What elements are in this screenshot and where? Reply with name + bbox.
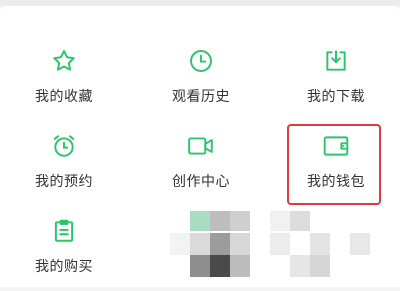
star-icon [49, 46, 79, 76]
menu-item-label: 我的购买 [35, 259, 93, 275]
menu-item-label: 我的预约 [35, 174, 93, 190]
menu-item-purchases[interactable]: 我的购买 [4, 212, 124, 282]
menu-item-label: 我的收藏 [35, 89, 93, 105]
video-camera-icon [186, 131, 216, 161]
menu-item-label: 我的钱包 [307, 174, 365, 190]
menu-item-reservations[interactable]: 我的预约 [4, 127, 124, 197]
download-icon [321, 46, 351, 76]
services-panel: 我的收藏 观看历史 我的下载 我的预约 创作中心 我的钱包 我的购买 [0, 6, 400, 291]
menu-item-label: 我的下载 [307, 89, 365, 105]
menu-item-wallet[interactable]: 我的钱包 [276, 127, 396, 197]
menu-item-creator-center[interactable]: 创作中心 [141, 127, 261, 197]
pixelated-obscured-area [170, 211, 375, 281]
menu-item-label: 创作中心 [172, 174, 230, 190]
clock-icon [186, 46, 216, 76]
wallet-icon [321, 131, 351, 161]
clipboard-icon [49, 216, 79, 246]
menu-item-label: 观看历史 [172, 89, 230, 105]
menu-item-favorites[interactable]: 我的收藏 [4, 42, 124, 112]
bottom-divider [0, 287, 400, 291]
alarm-clock-icon [49, 131, 79, 161]
menu-item-downloads[interactable]: 我的下载 [276, 42, 396, 112]
menu-item-watch-history[interactable]: 观看历史 [141, 42, 261, 112]
